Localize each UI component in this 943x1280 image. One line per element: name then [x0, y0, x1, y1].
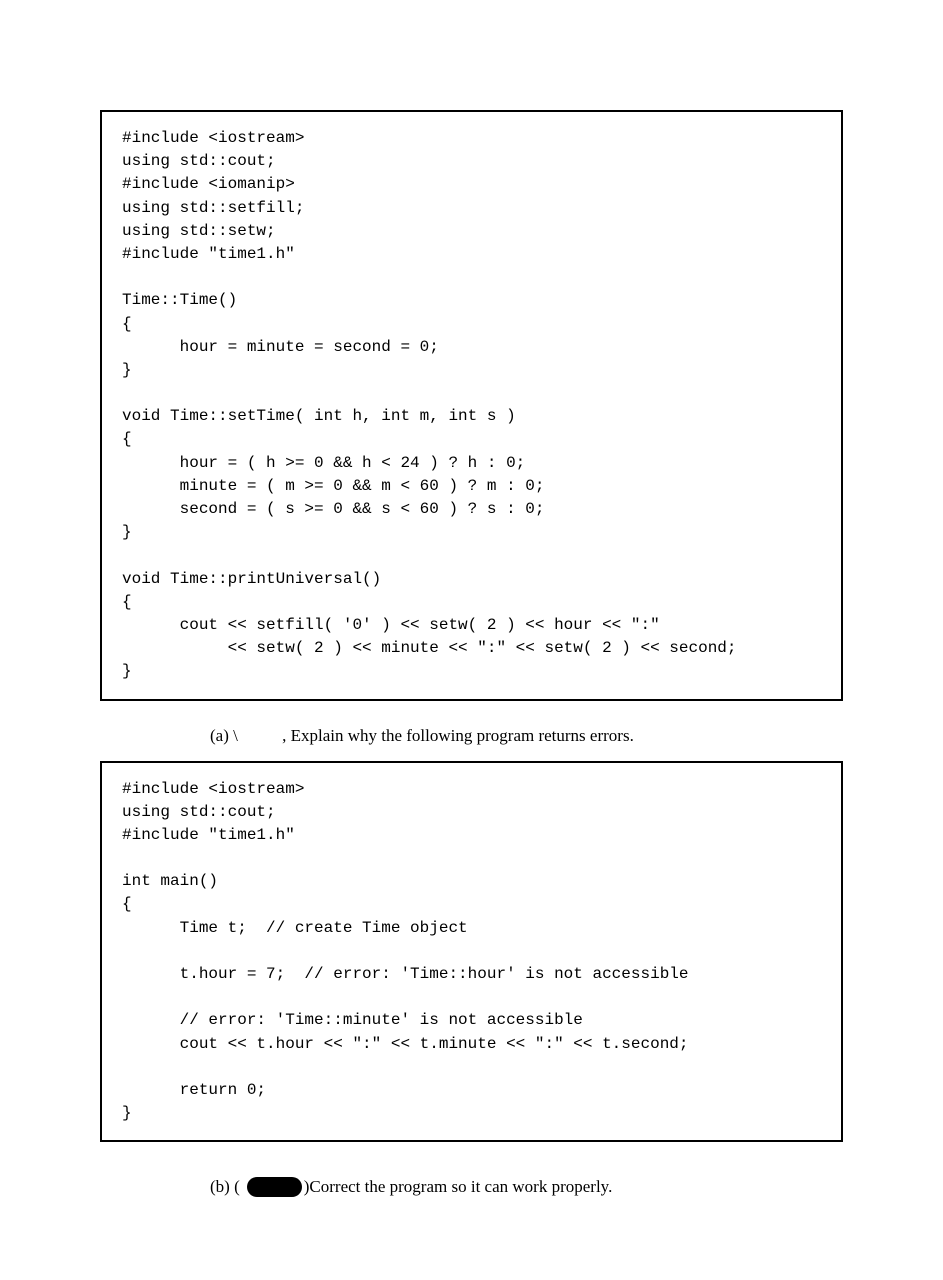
- redaction-mark: [247, 1177, 302, 1197]
- question-a-label: (a) \: [210, 726, 238, 745]
- question-b-label-prefix: (b) (: [210, 1177, 240, 1197]
- question-b-text: Correct the program so it can work prope…: [309, 1177, 612, 1197]
- code-content-2: #include <iostream> using std::cout; #in…: [122, 778, 821, 1126]
- code-box-1: #include <iostream> using std::cout; #in…: [100, 110, 843, 701]
- question-a: (a) \ , Explain why the following progra…: [210, 726, 843, 746]
- code-content-1: #include <iostream> using std::cout; #in…: [122, 127, 821, 684]
- code-box-2: #include <iostream> using std::cout; #in…: [100, 761, 843, 1143]
- question-a-text: , Explain why the following program retu…: [282, 726, 634, 745]
- question-b: (b) ( ) Correct the program so it can wo…: [210, 1177, 843, 1197]
